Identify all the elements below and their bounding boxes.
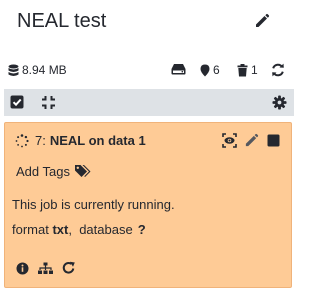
tags-icon	[74, 165, 91, 177]
spinner-icon	[15, 133, 29, 147]
format-value: txt	[52, 222, 69, 237]
dataset-status-message: This job is currently running.	[12, 197, 175, 212]
shown-datasets-stat[interactable]: 6	[200, 63, 220, 77]
dataset-format-line: format txt , database ?	[12, 222, 146, 237]
hdd-icon	[171, 64, 186, 75]
add-tags-label: Add Tags	[16, 164, 70, 179]
deleted-datasets-stat[interactable]: 1	[237, 63, 258, 77]
add-tags-button[interactable]: Add Tags	[16, 164, 92, 179]
refresh-history-button[interactable]	[271, 63, 285, 77]
database-value[interactable]: ?	[138, 222, 146, 237]
history-stats-bar: 8.94 MB 6 1	[0, 58, 294, 84]
dataset-title-bar[interactable]: 7: NEAL on data 1	[15, 133, 146, 148]
dataset-actions	[215, 133, 281, 148]
map-marker-icon	[200, 64, 210, 76]
pencil-icon[interactable]	[254, 13, 270, 29]
eye-icon[interactable]	[222, 133, 237, 148]
format-label: format	[12, 222, 49, 237]
sync-icon	[272, 63, 284, 77]
gear-icon[interactable]	[272, 95, 287, 110]
storage-dashboard-button[interactable]	[171, 63, 186, 75]
dataset-item[interactable]: 7: NEAL on data 1 Add Tags This job is c…	[4, 122, 292, 288]
dataset-hid: 7:	[35, 133, 46, 148]
info-circle-icon[interactable]	[16, 262, 29, 275]
compress-icon[interactable]	[41, 95, 56, 110]
history-title[interactable]: NEAL test	[17, 10, 106, 33]
dataset-name: NEAL on data 1	[49, 133, 146, 148]
trash-icon	[237, 63, 248, 76]
history-size-stat[interactable]: 8.94 MB	[8, 63, 67, 77]
deleted-count: 1	[251, 63, 258, 77]
history-header: NEAL test	[0, 0, 294, 44]
redo-icon[interactable]	[62, 261, 76, 275]
history-size: 8.94 MB	[22, 63, 67, 77]
sitemap-icon[interactable]	[38, 262, 53, 275]
shown-count: 6	[213, 63, 220, 77]
database-label: database	[79, 222, 133, 237]
database-icon	[8, 64, 19, 76]
dataset-bottom-actions	[16, 261, 85, 275]
history-toolbar	[4, 89, 294, 116]
check-square-icon[interactable]	[10, 95, 25, 110]
pencil-icon[interactable]	[244, 133, 259, 148]
stop-icon[interactable]	[266, 133, 281, 148]
